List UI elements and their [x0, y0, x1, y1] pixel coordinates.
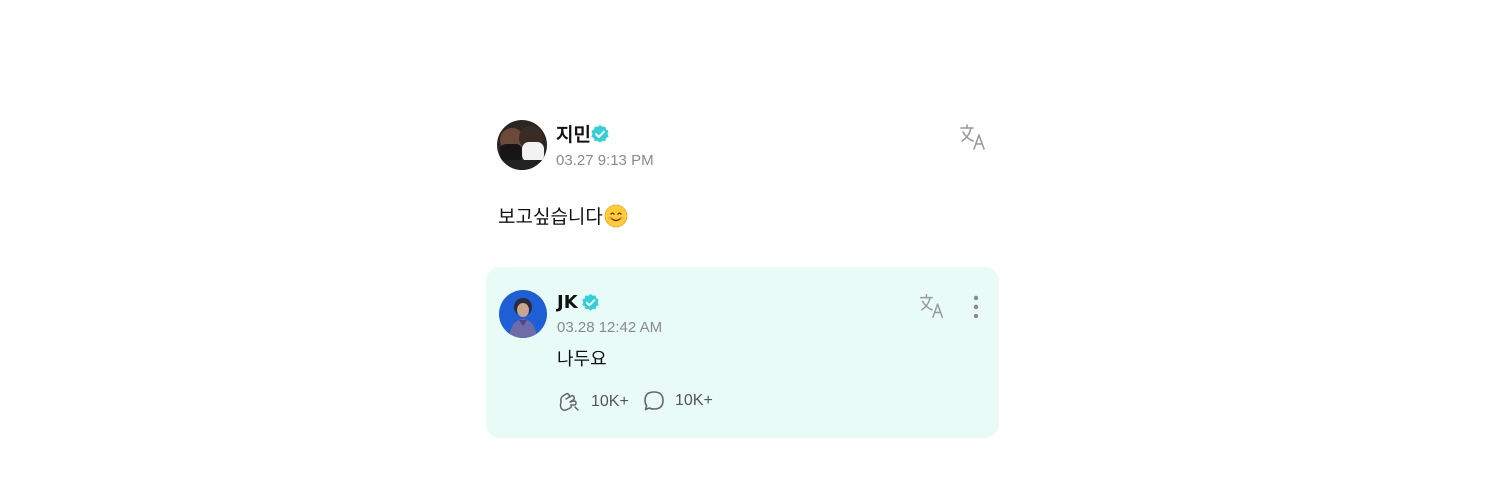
smiling-face-emoji: [604, 204, 628, 228]
comment-count: 10K+: [675, 392, 713, 409]
translate-icon[interactable]: [918, 292, 946, 320]
reply-timestamp: 03.28 12:42 AM: [557, 319, 663, 336]
comment-bubble-icon: [644, 391, 664, 411]
author-avatar[interactable]: [497, 120, 547, 170]
reply-text: 나두요: [557, 349, 607, 370]
verified-badge-icon: [582, 293, 599, 311]
verified-badge-icon: [591, 125, 609, 143]
post-timestamp: 03.27 9:13 PM: [556, 152, 654, 169]
more-vertical-icon[interactable]: [969, 294, 983, 320]
post-body: 보고싶습니다: [498, 202, 628, 229]
like-button[interactable]: 10K+: [557, 390, 629, 414]
like-count: 10K+: [591, 393, 629, 410]
comment-button[interactable]: 10K+: [643, 390, 713, 412]
reply-author-name[interactable]: JK: [557, 292, 578, 313]
reply-author-avatar[interactable]: [499, 290, 547, 338]
like-hands-icon: [559, 392, 579, 411]
reply-card[interactable]: JK 03.28 12:42 AM 나두요 10K+ 10K+: [486, 267, 999, 438]
author-name[interactable]: 지민: [556, 120, 591, 147]
post-text: 보고싶습니다: [498, 206, 603, 228]
translate-icon[interactable]: [958, 122, 988, 152]
